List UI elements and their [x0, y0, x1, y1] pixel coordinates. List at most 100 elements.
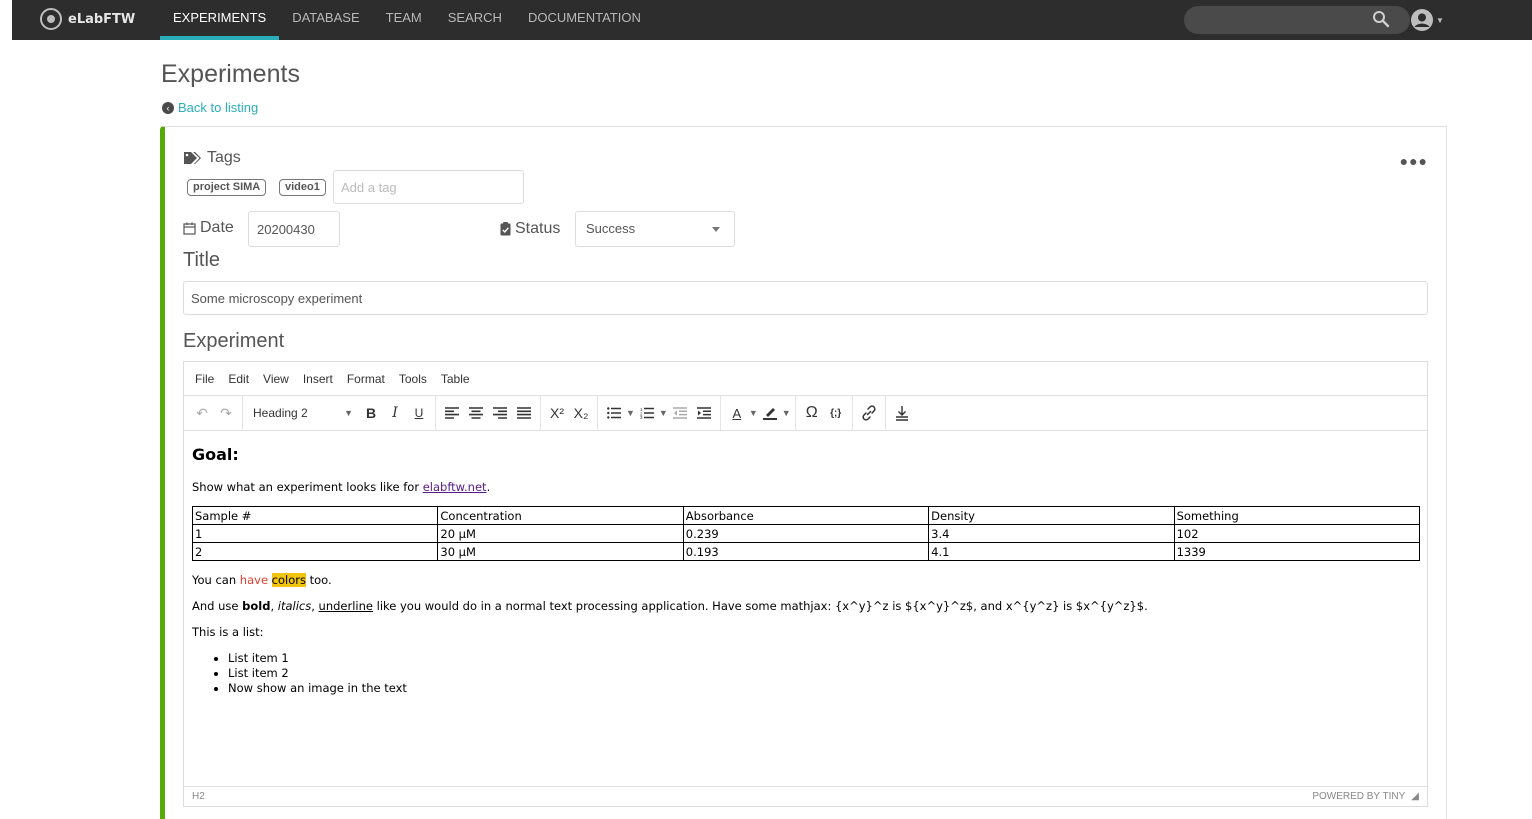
tag-video1[interactable]: video1	[279, 179, 326, 196]
tags-icon	[184, 152, 201, 164]
powered-by-label[interactable]: POWERED BY TINY	[1312, 791, 1405, 802]
editor-content[interactable]: Goal: Show what an experiment looks like…	[184, 431, 1427, 787]
numbered-list-icon[interactable]: 123	[635, 399, 659, 427]
chevron-down-icon[interactable]: ▼	[782, 408, 791, 418]
table-cell: Density	[928, 506, 1175, 525]
menu-format[interactable]: Format	[340, 372, 392, 386]
resize-handle-icon[interactable]: ◢	[1411, 791, 1419, 802]
brand[interactable]: eLabFTW	[40, 8, 135, 30]
table-cell: 2	[191, 542, 439, 561]
editor-toolbar: ↶ ↷ Heading 2 ▼ B I U X² X₂ ▼ 123 ▼ A ▼ …	[184, 396, 1427, 431]
list-item: List item 2	[228, 666, 1419, 681]
date-label: Date	[183, 219, 234, 237]
nav-link-documentation[interactable]: DOCUMENTATION	[515, 0, 654, 40]
bold-icon[interactable]: B	[359, 399, 383, 427]
calendar-icon	[183, 222, 196, 235]
subscript-icon[interactable]: X₂	[569, 399, 593, 427]
redo-icon[interactable]: ↷	[214, 399, 238, 427]
status-select[interactable]: Success	[575, 211, 735, 247]
align-justify-icon[interactable]	[512, 399, 536, 427]
content-heading: Goal:	[192, 445, 239, 464]
nav-link-experiments[interactable]: EXPERIMENTS	[160, 0, 280, 40]
editor-menubar: File Edit View Insert Format Tools Table	[184, 362, 1427, 396]
editor-statusbar: H2 POWERED BY TINY ◢	[184, 786, 1427, 806]
colors-paragraph: You can have colors too.	[192, 573, 332, 587]
table-cell: Concentration	[437, 506, 684, 525]
table-row: 1 20 µM 0.239 3.4 102	[191, 524, 1421, 543]
styles-paragraph: And use bold, italics, underline like yo…	[192, 599, 1148, 613]
list-item: Now show an image in the text	[228, 681, 1419, 696]
menu-table[interactable]: Table	[434, 372, 477, 386]
table-cell: 0.239	[682, 524, 930, 543]
chevron-down-icon[interactable]: ▼	[749, 408, 758, 418]
chevron-down-icon[interactable]: ▼	[626, 408, 635, 418]
menu-insert[interactable]: Insert	[296, 372, 340, 386]
experiment-label: Experiment	[183, 330, 285, 352]
nav-links: EXPERIMENTS DATABASE TEAM SEARCH DOCUMEN…	[160, 0, 654, 40]
text-color-icon[interactable]: A	[725, 399, 749, 427]
table-cell: 1	[191, 524, 439, 543]
more-options-icon[interactable]: ●●●	[1400, 153, 1428, 169]
data-table: Sample # Concentration Absorbance Densit…	[191, 506, 1421, 561]
element-path[interactable]: H2	[192, 791, 205, 802]
clipboard-check-icon	[500, 222, 511, 236]
link-icon[interactable]	[857, 399, 881, 427]
title-label: Title	[183, 249, 221, 271]
underline-icon[interactable]: U	[407, 399, 431, 427]
align-right-icon[interactable]	[488, 399, 512, 427]
undo-icon[interactable]: ↶	[190, 399, 214, 427]
intro-paragraph: Show what an experiment looks like for e…	[192, 480, 491, 494]
italic-icon[interactable]: I	[383, 399, 407, 427]
menu-file[interactable]: File	[188, 372, 221, 386]
list-item: List item 1	[228, 651, 1419, 666]
chevron-down-icon[interactable]: ▼	[659, 408, 668, 418]
tags-label: Tags	[183, 149, 241, 167]
bullet-list-icon[interactable]	[602, 399, 626, 427]
code-icon[interactable]: {;}	[824, 399, 848, 427]
caret-down-icon: ▼	[1436, 15, 1444, 25]
menu-edit[interactable]: Edit	[221, 372, 256, 386]
title-input[interactable]	[183, 281, 1428, 315]
rich-text-editor: File Edit View Insert Format Tools Table…	[183, 361, 1428, 807]
indent-icon[interactable]	[692, 399, 716, 427]
menu-tools[interactable]: Tools	[392, 372, 434, 386]
block-format-select[interactable]: Heading 2 ▼	[247, 399, 359, 427]
add-tag-input[interactable]	[333, 170, 524, 204]
back-to-listing-link[interactable]: ‹ Back to listing	[162, 100, 258, 115]
search-icon[interactable]	[1372, 10, 1392, 30]
table-cell: 3.4	[928, 524, 1175, 543]
outdent-icon[interactable]	[668, 399, 692, 427]
user-avatar-icon	[1411, 9, 1433, 31]
user-menu[interactable]: ▼	[1410, 8, 1446, 32]
table-row: 2 30 µM 0.193 4.1 1339	[191, 542, 1421, 561]
nav-link-database[interactable]: DATABASE	[279, 0, 372, 40]
list-intro: This is a list:	[192, 625, 264, 639]
table-cell: Sample #	[191, 506, 439, 525]
page-title: Experiments	[161, 60, 300, 88]
chevron-down-icon: ▼	[344, 408, 353, 418]
nav-link-team[interactable]: TEAM	[373, 0, 435, 40]
status-label: Status	[500, 220, 560, 238]
back-link-label: Back to listing	[178, 100, 259, 115]
menu-view[interactable]: View	[256, 372, 296, 386]
table-cell: 4.1	[928, 542, 1175, 561]
date-input[interactable]	[248, 211, 340, 247]
elabftw-link[interactable]: elabftw.net	[423, 480, 487, 494]
superscript-icon[interactable]: X²	[545, 399, 569, 427]
table-cell: Absorbance	[682, 506, 930, 525]
caret-down-icon	[712, 227, 720, 232]
highlight-color-icon[interactable]	[758, 399, 782, 427]
download-icon[interactable]	[890, 399, 914, 427]
special-character-icon[interactable]: Ω	[800, 399, 824, 427]
align-center-icon[interactable]	[464, 399, 488, 427]
elabftw-logo-icon	[40, 8, 62, 30]
table-cell: 20 µM	[437, 524, 684, 543]
table-row: Sample # Concentration Absorbance Densit…	[191, 506, 1421, 525]
tag-project-sima[interactable]: project SIMA	[187, 179, 267, 196]
table-cell: 0.193	[682, 542, 930, 561]
align-left-icon[interactable]	[440, 399, 464, 427]
brand-name: eLabFTW	[68, 11, 136, 27]
nav-link-search[interactable]: SEARCH	[435, 0, 515, 40]
table-cell: 30 µM	[437, 542, 684, 561]
table-cell: 102	[1173, 524, 1421, 543]
